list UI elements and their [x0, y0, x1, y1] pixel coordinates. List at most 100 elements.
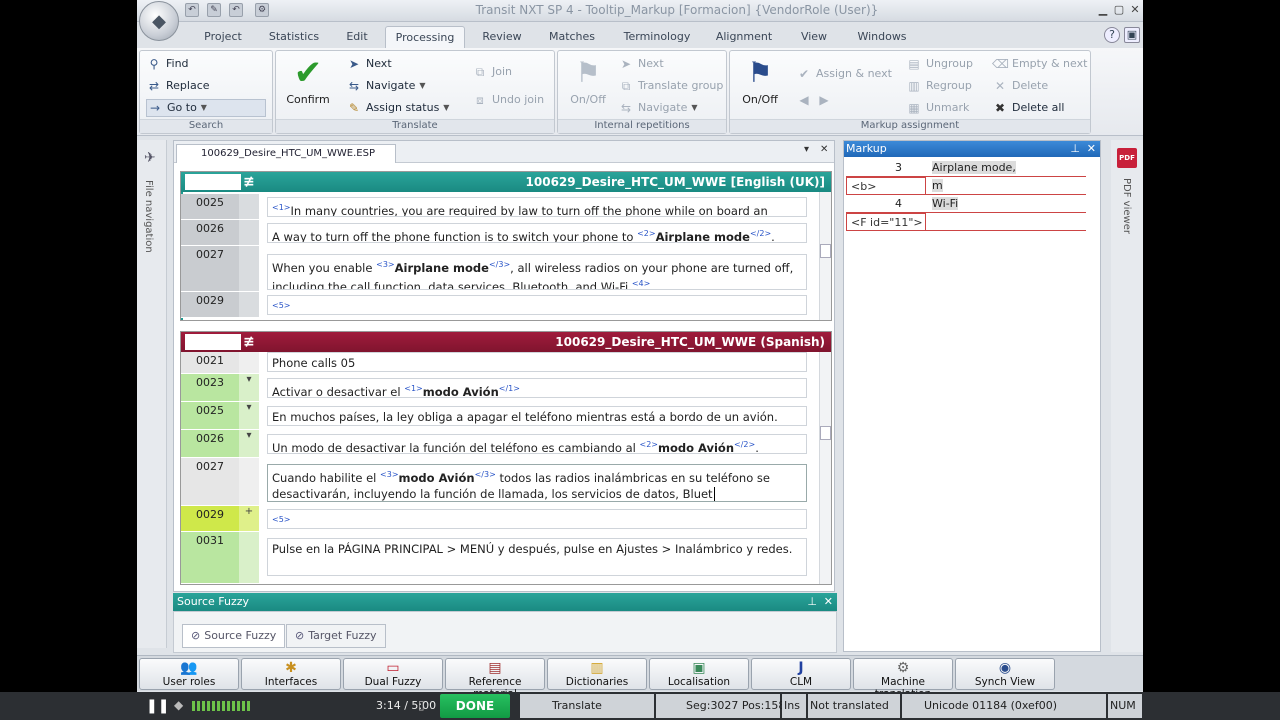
find-button[interactable]: ⚲ Find: [146, 55, 189, 73]
quick-access-settings-icon[interactable]: ⚙: [255, 3, 269, 17]
volume-icon[interactable]: ◆: [174, 698, 183, 712]
dictionaries-button[interactable]: ▥ Dictionaries: [547, 658, 647, 690]
target-segment[interactable]: Activar o desactivar el <1>modo Avión</1…: [267, 378, 807, 398]
options-icon[interactable]: ▣: [1124, 27, 1140, 43]
empty-next-button[interactable]: ⌫ Empty & next: [992, 55, 1087, 73]
close-window-icon[interactable]: ✕: [1127, 3, 1143, 17]
markup-row[interactable]: 4 Wi-Fi: [846, 195, 1086, 213]
file-navigation-panel[interactable]: ✈ File navigation: [137, 140, 167, 648]
help-icon[interactable]: ?: [1104, 27, 1120, 43]
target-row[interactable]: 0023 ▾ Activar o desactivar el <1>modo A…: [181, 374, 819, 402]
tab-matches[interactable]: Matches: [541, 26, 603, 48]
replace-button[interactable]: ⇄ Replace: [146, 77, 210, 95]
target-row-active[interactable]: 0027 Cuando habilite el <3>modo Avión</3…: [181, 458, 819, 506]
markup-onoff-button[interactable]: ⚑ On/Off: [734, 53, 786, 106]
localisation-button[interactable]: ▣ Localisation: [649, 658, 749, 690]
markup-row[interactable]: 3 Airplane mode,: [846, 159, 1086, 177]
internal-next-button[interactable]: ➤ Next: [618, 55, 664, 73]
pin-icon[interactable]: ⊥: [807, 593, 817, 611]
clm-button[interactable]: J CLM: [751, 658, 851, 690]
navigation-icon: ✈: [144, 150, 156, 166]
regroup-button[interactable]: ▥ Regroup: [906, 77, 972, 95]
assign-next-button[interactable]: ✔ Assign & next: [796, 65, 892, 83]
internal-onoff-button[interactable]: ⚑ On/Off: [562, 53, 614, 106]
markup-row[interactable]: <b> m: [846, 177, 1086, 195]
quick-access-back-icon[interactable]: ↶: [229, 3, 243, 17]
next-button[interactable]: ➤ Next: [346, 55, 392, 73]
trash-icon[interactable]: ▯: [418, 698, 425, 712]
target-row[interactable]: 0025 ▾ En muchos países, la ley obliga a…: [181, 402, 819, 430]
tab-windows[interactable]: Windows: [849, 26, 915, 48]
source-scrollbar[interactable]: [819, 192, 831, 320]
translate-group-button[interactable]: ⧉ Translate group: [618, 77, 724, 95]
target-segment[interactable]: En muchos países, la ley obliga a apagar…: [267, 406, 807, 426]
source-segment[interactable]: When you enable <3>Airplane mode</3>, al…: [267, 254, 807, 290]
interfaces-button[interactable]: ✱ Interfaces: [241, 658, 341, 690]
pin-icon[interactable]: ⊥: [1070, 141, 1080, 157]
target-segment-editing[interactable]: Cuando habilite el <3>modo Avión</3> tod…: [267, 464, 807, 502]
source-row[interactable]: 0025 <1>In many countries, you are requi…: [181, 194, 819, 220]
target-segment[interactable]: Phone calls 05: [267, 352, 807, 372]
markup-nav-arrows[interactable]: ◀ ▶: [796, 91, 836, 109]
source-row[interactable]: 0027 When you enable <3>Airplane mode</3…: [181, 246, 819, 292]
markup-row[interactable]: <F id="11">: [846, 213, 1086, 231]
close-markup-icon[interactable]: ✕: [1087, 141, 1096, 157]
quick-access-undo-icon[interactable]: ↶: [185, 3, 199, 17]
app-menu-logo-icon[interactable]: ◆: [139, 1, 179, 41]
target-row[interactable]: 0031 Pulse en la PÁGINA PRINCIPAL > MENÚ…: [181, 532, 819, 584]
machine-translation-button[interactable]: ⚙Machine translation: [853, 658, 953, 700]
target-segment[interactable]: <5>: [267, 509, 807, 529]
navigate-button[interactable]: ⇆ Navigate ▼: [346, 77, 426, 95]
source-row[interactable]: 0026 A way to turn off the phone functio…: [181, 220, 819, 246]
delete-button[interactable]: ✕ Delete: [992, 77, 1048, 95]
close-document-icon[interactable]: ✕: [820, 144, 828, 155]
undo-join-button[interactable]: ⧈ Undo join: [472, 91, 544, 109]
synch-view-button[interactable]: ◉ Synch View: [955, 658, 1055, 690]
internal-navigate-button[interactable]: ⇆ Navigate ▼: [618, 99, 698, 117]
done-button[interactable]: DONE: [440, 694, 510, 718]
minimize-icon[interactable]: ▁: [1095, 3, 1111, 17]
unmark-button[interactable]: ▦ Unmark: [906, 99, 969, 117]
close-fuzzy-icon[interactable]: ✕: [824, 593, 833, 611]
tab-view[interactable]: View: [789, 26, 839, 48]
scroll-thumb[interactable]: [820, 426, 831, 440]
dual-fuzzy-button[interactable]: ▭ Dual Fuzzy: [343, 658, 443, 690]
pause-icon[interactable]: ❚❚: [146, 698, 169, 714]
target-segment[interactable]: Pulse en la PÁGINA PRINCIPAL > MENÚ y de…: [267, 538, 807, 576]
target-row[interactable]: 0021 Phone calls 05: [181, 352, 819, 374]
maximize-icon[interactable]: ▢: [1111, 3, 1127, 17]
pin-icon[interactable]: ▾: [804, 144, 809, 155]
target-segment[interactable]: Un modo de desactivar la función del tel…: [267, 434, 807, 454]
source-segment[interactable]: <1>In many countries, you are required b…: [267, 197, 807, 217]
volume-bar[interactable]: [192, 701, 252, 711]
confirm-button[interactable]: ✔ Confirm: [282, 53, 334, 106]
fuzzy-icon: ⊘: [191, 629, 201, 642]
tab-project[interactable]: Project: [195, 26, 251, 48]
assign-status-button[interactable]: ✎ Assign status ▼: [346, 99, 449, 117]
tab-terminology[interactable]: Terminology: [615, 26, 699, 48]
delete-all-button[interactable]: ✖ Delete all: [992, 99, 1065, 117]
tab-target-fuzzy[interactable]: ⊘ Target Fuzzy: [286, 624, 386, 648]
target-scrollbar[interactable]: [819, 352, 831, 584]
tab-alignment[interactable]: Alignment: [711, 26, 777, 48]
tab-statistics[interactable]: Statistics: [261, 26, 327, 48]
scroll-thumb[interactable]: [820, 244, 831, 258]
tab-processing[interactable]: Processing: [385, 26, 465, 48]
user-roles-button[interactable]: 👥 User roles: [139, 658, 239, 690]
source-row[interactable]: 0029 <5>: [181, 292, 819, 318]
tab-review[interactable]: Review: [475, 26, 529, 48]
pdf-icon[interactable]: PDF: [1117, 148, 1137, 168]
ungroup-button[interactable]: ▤ Ungroup: [906, 55, 973, 73]
join-button[interactable]: ⧉ Join: [472, 63, 512, 81]
tab-source-fuzzy[interactable]: ⊘ Source Fuzzy: [182, 624, 286, 648]
source-segment[interactable]: <5>: [267, 295, 807, 315]
quick-access-edit-icon[interactable]: ✎: [207, 3, 221, 17]
document-tab[interactable]: 100629_Desire_HTC_UM_WWE.ESP: [176, 144, 396, 163]
target-row[interactable]: 0029 + <5>: [181, 506, 819, 532]
target-row[interactable]: 0026 ▾ Un modo de desactivar la función …: [181, 430, 819, 458]
goto-button[interactable]: → Go to ▼: [146, 99, 266, 117]
tab-edit[interactable]: Edit: [337, 26, 377, 48]
source-segment[interactable]: A way to turn off the phone function is …: [267, 223, 807, 243]
pdf-viewer-strip[interactable]: PDF PDF viewer: [1111, 140, 1143, 652]
reference-material-button[interactable]: ▤Reference material: [445, 658, 545, 700]
